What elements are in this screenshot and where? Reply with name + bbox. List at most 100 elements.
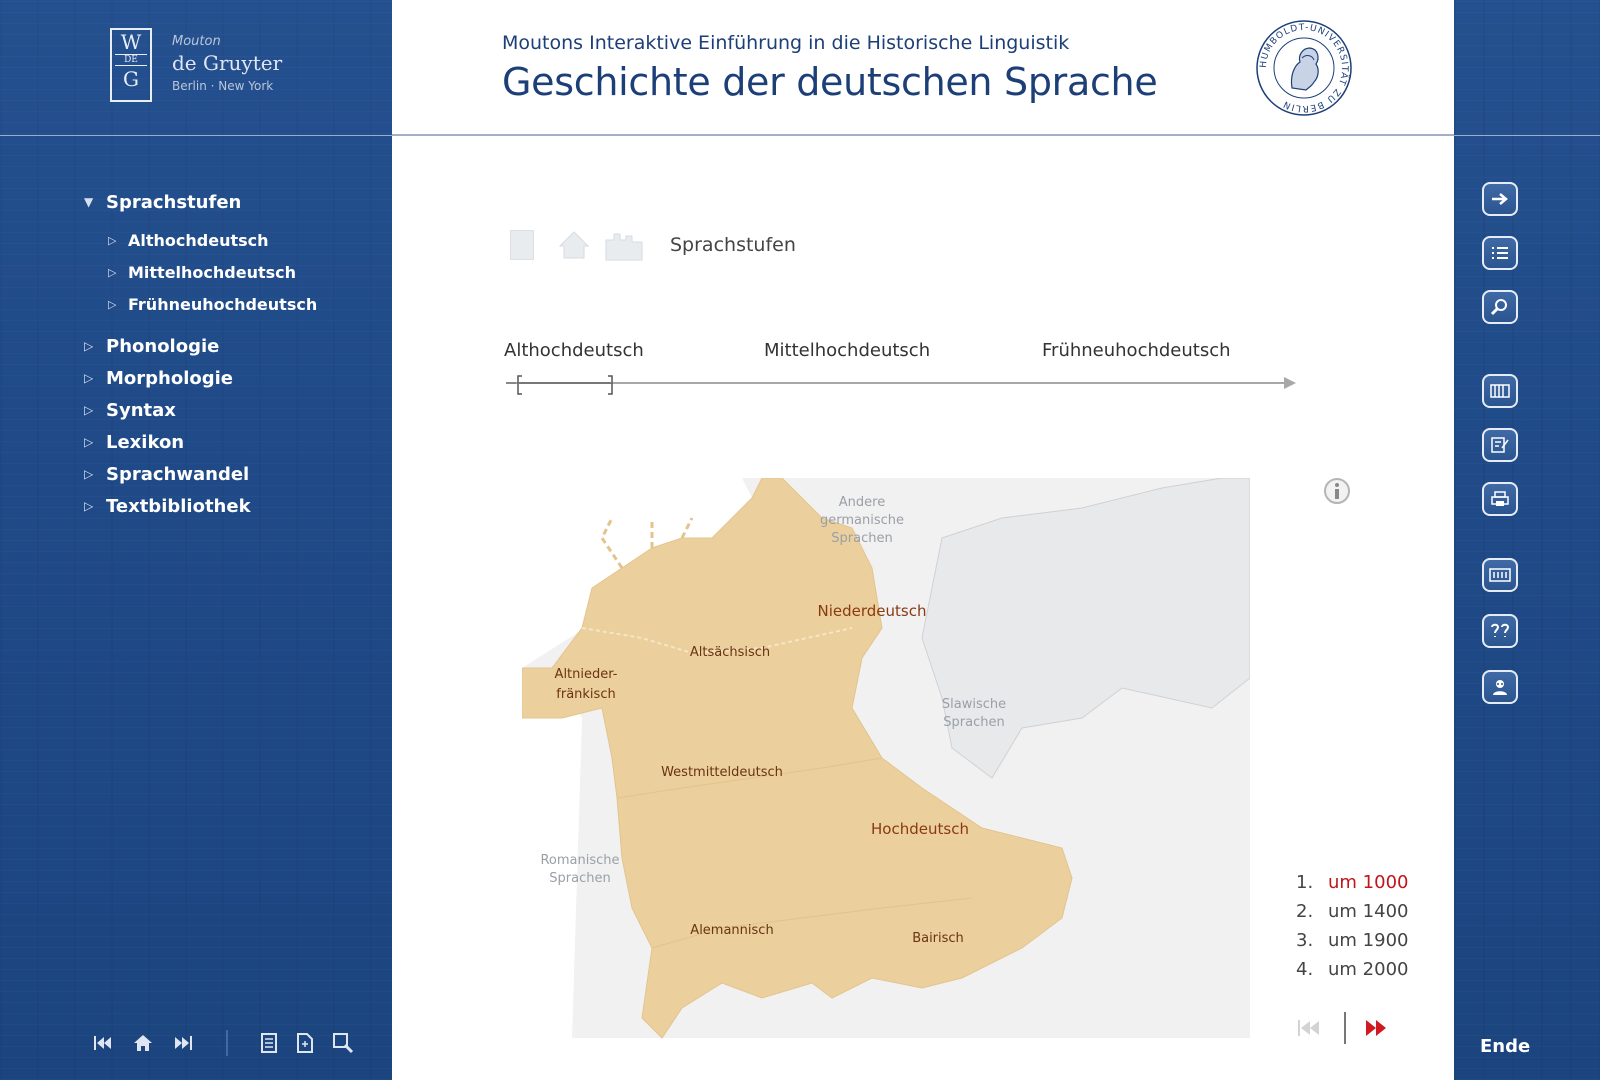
timeline-label-fruehneuhochdeutsch[interactable]: Frühneuhochdeutsch [1042,340,1231,361]
nav-item-phonologie[interactable]: ▷ Phonologie [84,330,317,362]
header-divider [1454,135,1600,136]
map-label-alemannisch: Alemannisch [690,923,773,938]
page-title: Geschichte der deutschen Sprache [502,60,1158,104]
legend-item-um-1900[interactable]: 3. um 1900 [1296,930,1408,959]
map-label-altniederfraenkisch: Altnieder- [555,667,618,682]
triangle-right-icon: ▷ [84,339,94,353]
player-divider [1344,1012,1346,1044]
map-label-north-germanic: germanische [820,513,904,528]
legend-label: um 1000 [1328,872,1409,893]
nav-item-sprachwandel[interactable]: ▷ Sprachwandel [84,458,317,490]
triangle-right-icon: ▷ [108,265,117,279]
nav-item-sprachstufen[interactable]: ▼ Sprachstufen [84,186,317,218]
triangle-right-icon: ▷ [84,403,94,417]
map-label-altsaechsisch: Altsächsisch [690,645,770,660]
left-navigation-panel: W DE G Mouton de Gruyter Berlin · New Yo… [0,0,392,1080]
timeline-label-althochdeutsch[interactable]: Althochdeutsch [504,340,644,361]
help-button[interactable] [1482,670,1518,704]
nav-subitem-label: Mittelhochdeutsch [128,262,297,282]
library-icon [1490,384,1510,398]
map-label-north-germanic: Sprachen [831,531,892,546]
toolbar-divider [226,1030,228,1056]
triangle-right-icon: ▷ [84,499,94,513]
nav-subitem-label: Althochdeutsch [128,230,269,250]
map-label-niederdeutsch: Niederdeutsch [818,602,927,620]
triangle-right-icon: ▷ [108,297,117,311]
nav-item-label: Sprachstufen [106,191,242,213]
publisher-line-de-gruyter: de Gruyter [172,51,283,75]
arrow-right-icon [1492,193,1508,205]
left-bottom-toolbar [92,1030,354,1056]
triangle-right-icon: ▷ [84,467,94,481]
page-icon[interactable] [510,230,534,260]
home-icon[interactable] [132,1033,154,1053]
map-player-controls [1296,1012,1390,1044]
legend-item-um-1400[interactable]: 2. um 1400 [1296,901,1408,930]
notes-button[interactable] [1482,428,1518,462]
right-tool-panel: Ende [1454,0,1600,1080]
nav-item-label: Syntax [106,399,176,421]
triangle-right-icon: ▷ [108,233,117,247]
main-header: Moutons Interaktive Einführung in die Hi… [392,0,1454,136]
nav-item-syntax[interactable]: ▷ Syntax [84,394,317,426]
page-icon[interactable] [260,1032,278,1054]
nav-subitem-fruehneuhochdeutsch[interactable]: ▷ Frühneuhochdeutsch [84,288,317,320]
timeline-range-slider[interactable] [516,374,616,396]
nav-subitem-althochdeutsch[interactable]: ▷ Althochdeutsch [84,224,317,256]
house-icon[interactable] [556,228,592,262]
nav-subitem-label: Frühneuhochdeutsch [128,294,318,314]
info-icon[interactable] [1322,476,1352,506]
last-icon[interactable] [172,1033,194,1053]
nav-item-label: Sprachwandel [106,463,250,485]
glossary-button[interactable] [1482,558,1518,592]
publisher-line-place: Berlin · New York [172,79,274,93]
map-label-bairisch: Bairisch [912,931,964,946]
dialect-map: Andere germanische Sprachen Slawische Sp… [522,478,1250,1054]
contents-button[interactable] [1482,236,1518,270]
document-icon[interactable] [296,1032,314,1054]
next-button[interactable] [1482,182,1518,216]
search-icon [1490,299,1507,316]
nav-item-lexikon[interactable]: ▷ Lexikon [84,426,317,458]
quiz-button[interactable] [1482,614,1518,648]
map-label-slavic: Sprachen [943,715,1004,730]
breadcrumb: Sprachstufen [510,228,796,262]
legend-label: um 1900 [1328,930,1409,951]
search-button[interactable] [1482,290,1518,324]
chapter-navigation: ▼ Sprachstufen ▷ Althochdeutsch ▷ Mittel… [84,186,317,522]
end-button[interactable]: Ende [1480,1036,1530,1057]
notes-icon [1491,437,1509,453]
timeline-label-mittelhochdeutsch[interactable]: Mittelhochdeutsch [764,340,930,361]
publisher-logo: W DE G [110,28,152,102]
library-button[interactable] [1482,374,1518,408]
print-button[interactable] [1482,482,1518,516]
period-legend: 1. um 1000 2. um 1400 3. um 1900 4. um 2… [1296,872,1408,988]
period-timeline: Althochdeutsch Mittelhochdeutsch Frühneu… [504,340,1304,410]
nav-item-morphologie[interactable]: ▷ Morphologie [84,362,317,394]
map-label-romance: Sprachen [549,871,610,886]
legend-item-um-1000[interactable]: 1. um 1000 [1296,872,1408,901]
print-icon [1491,491,1509,506]
nav-subitem-mittelhochdeutsch[interactable]: ▷ Mittelhochdeutsch [84,256,317,288]
main-content: Moutons Interaktive Einführung in die Hi… [392,0,1454,1080]
legend-number: 2. [1296,901,1314,922]
publisher-line-mouton: Mouton [172,34,221,49]
quiz-icon [1491,623,1510,637]
first-icon[interactable] [92,1033,114,1053]
legend-number: 4. [1296,959,1314,980]
nav-item-label: Textbibliothek [106,495,251,517]
map-label-north-germanic: Andere [839,495,885,510]
help-icon [1493,680,1507,695]
buildings-icon[interactable] [604,228,644,262]
nav-item-textbibliothek[interactable]: ▷ Textbibliothek [84,490,317,522]
nav-item-label: Lexikon [106,431,185,453]
triangle-right-icon: ▷ [84,371,94,385]
nav-subitems: ▷ Althochdeutsch ▷ Mittelhochdeutsch ▷ F… [84,224,317,320]
map-label-slavic: Slawische [942,697,1006,712]
nav-item-label: Phonologie [106,335,220,357]
fast-forward-icon[interactable] [1364,1017,1390,1039]
zoom-icon[interactable] [332,1032,354,1054]
nav-item-label: Morphologie [106,367,234,389]
legend-item-um-2000[interactable]: 4. um 2000 [1296,959,1408,988]
rewind-icon[interactable] [1296,1017,1322,1039]
